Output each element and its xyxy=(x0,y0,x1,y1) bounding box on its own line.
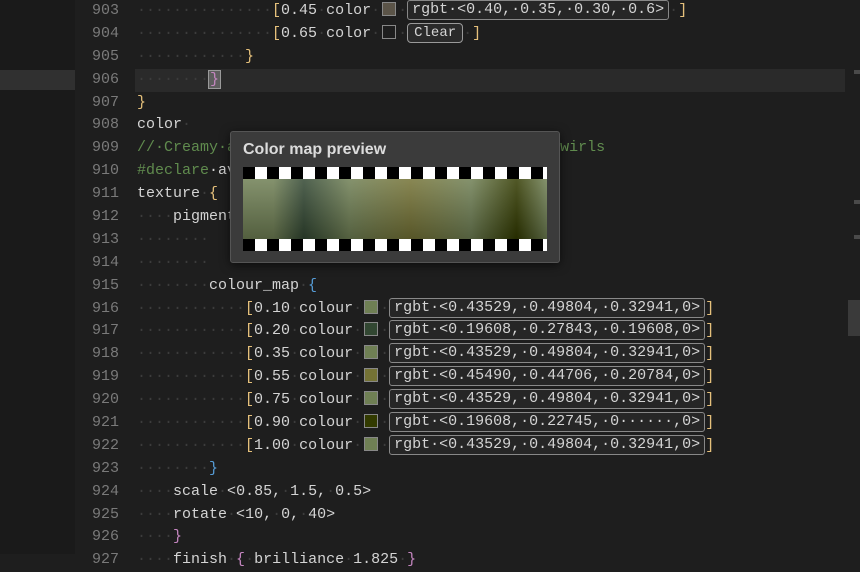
rgbt-value[interactable]: rgbt·<0.19608,·0.22745,·0······,0> xyxy=(389,412,705,432)
rgbt-value[interactable]: rgbt·<0.45490,·0.44706,·0.20784,0> xyxy=(389,366,705,386)
color-swatch[interactable] xyxy=(364,300,378,314)
gradient-preview xyxy=(243,167,547,251)
rgbt-value[interactable]: rgbt·<0.43529,·0.49804,·0.32941,0> xyxy=(389,389,705,409)
color-swatch[interactable] xyxy=(382,2,396,16)
line-number-gutter: 9039049059069079089099109119129139149159… xyxy=(75,0,135,554)
line-number: 917 xyxy=(75,320,119,343)
gradient-strip xyxy=(243,179,547,239)
code-area[interactable]: ···············[0.45·color··rgbt·<0.40,·… xyxy=(137,0,845,572)
rgbt-value[interactable]: rgbt·<0.19608,·0.27843,·0.19608,0> xyxy=(389,320,705,340)
tooltip-title: Color map preview xyxy=(243,141,547,159)
code-line[interactable]: ············[1.00·colour··rgbt·<0.43529,… xyxy=(137,435,845,458)
code-line[interactable]: ············[0.10·colour··rgbt·<0.43529,… xyxy=(137,298,845,321)
line-number: 923 xyxy=(75,458,119,481)
code-line[interactable]: ····rotate·<10,·0,·40> xyxy=(137,504,845,527)
line-number: 907 xyxy=(75,92,119,115)
line-number: 909 xyxy=(75,137,119,160)
code-line[interactable]: ············[0.20·colour··rgbt·<0.19608,… xyxy=(137,320,845,343)
code-line[interactable]: ········} xyxy=(137,69,845,92)
line-number: 922 xyxy=(75,435,119,458)
line-number: 916 xyxy=(75,298,119,321)
color-swatch[interactable] xyxy=(364,322,378,336)
line-number: 924 xyxy=(75,481,119,504)
code-line[interactable]: ············} xyxy=(137,46,845,69)
line-number: 915 xyxy=(75,275,119,298)
code-line[interactable]: ········} xyxy=(137,458,845,481)
line-number: 925 xyxy=(75,504,119,527)
sidebar xyxy=(0,0,75,554)
rgbt-value[interactable]: rgbt·<0.40,·0.35,·0.30,·0.6> xyxy=(407,0,669,20)
line-number: 918 xyxy=(75,343,119,366)
scroll-mark xyxy=(854,200,860,204)
code-line[interactable]: ········colour_map·{ xyxy=(137,275,845,298)
line-number: 920 xyxy=(75,389,119,412)
line-number: 908 xyxy=(75,114,119,137)
line-number: 903 xyxy=(75,0,119,23)
checker-bottom xyxy=(243,239,547,251)
code-editor[interactable]: 9039049059069079089099109119129139149159… xyxy=(75,0,845,554)
rgbt-value[interactable]: rgbt·<0.43529,·0.49804,·0.32941,0> xyxy=(389,435,705,455)
scroll-mark xyxy=(854,235,860,239)
code-line[interactable]: ············[0.55·colour··rgbt·<0.45490,… xyxy=(137,366,845,389)
code-line[interactable]: ············[0.75·colour··rgbt·<0.43529,… xyxy=(137,389,845,412)
color-map-preview-tooltip: Color map preview xyxy=(230,131,560,263)
line-number: 926 xyxy=(75,526,119,549)
line-number: 912 xyxy=(75,206,119,229)
color-swatch[interactable] xyxy=(364,437,378,451)
line-number: 904 xyxy=(75,23,119,46)
color-swatch[interactable] xyxy=(364,391,378,405)
line-number: 919 xyxy=(75,366,119,389)
scroll-thumb[interactable] xyxy=(848,300,860,336)
code-line[interactable]: ····} xyxy=(137,526,845,549)
code-line[interactable]: ············[0.35·colour··rgbt·<0.43529,… xyxy=(137,343,845,366)
line-number: 914 xyxy=(75,252,119,275)
code-line[interactable]: ····finish·{·brilliance·1.825·} xyxy=(137,549,845,572)
line-number: 921 xyxy=(75,412,119,435)
color-swatch[interactable] xyxy=(382,25,396,39)
rgbt-value[interactable]: rgbt·<0.43529,·0.49804,·0.32941,0> xyxy=(389,343,705,363)
line-number: 927 xyxy=(75,549,119,572)
line-number: 913 xyxy=(75,229,119,252)
scroll-mark xyxy=(854,70,860,74)
color-swatch[interactable] xyxy=(364,368,378,382)
code-line[interactable]: } xyxy=(137,92,845,115)
checker-top xyxy=(243,167,547,179)
code-line[interactable]: ···············[0.45·color··rgbt·<0.40,·… xyxy=(137,0,845,23)
sidebar-active-row xyxy=(0,70,75,90)
clear-button[interactable]: Clear xyxy=(407,23,463,43)
code-line[interactable]: ····scale·<0.85,·1.5,·0.5> xyxy=(137,481,845,504)
rgbt-value[interactable]: rgbt·<0.43529,·0.49804,·0.32941,0> xyxy=(389,298,705,318)
line-number: 906 xyxy=(75,69,119,92)
editor-scrollbar[interactable] xyxy=(846,0,860,554)
code-line[interactable]: ············[0.90·colour··rgbt·<0.19608,… xyxy=(137,412,845,435)
line-number: 911 xyxy=(75,183,119,206)
color-swatch[interactable] xyxy=(364,345,378,359)
code-line[interactable]: ···············[0.65·color··Clear·] xyxy=(137,23,845,46)
line-number: 905 xyxy=(75,46,119,69)
color-swatch[interactable] xyxy=(364,414,378,428)
line-number: 910 xyxy=(75,160,119,183)
